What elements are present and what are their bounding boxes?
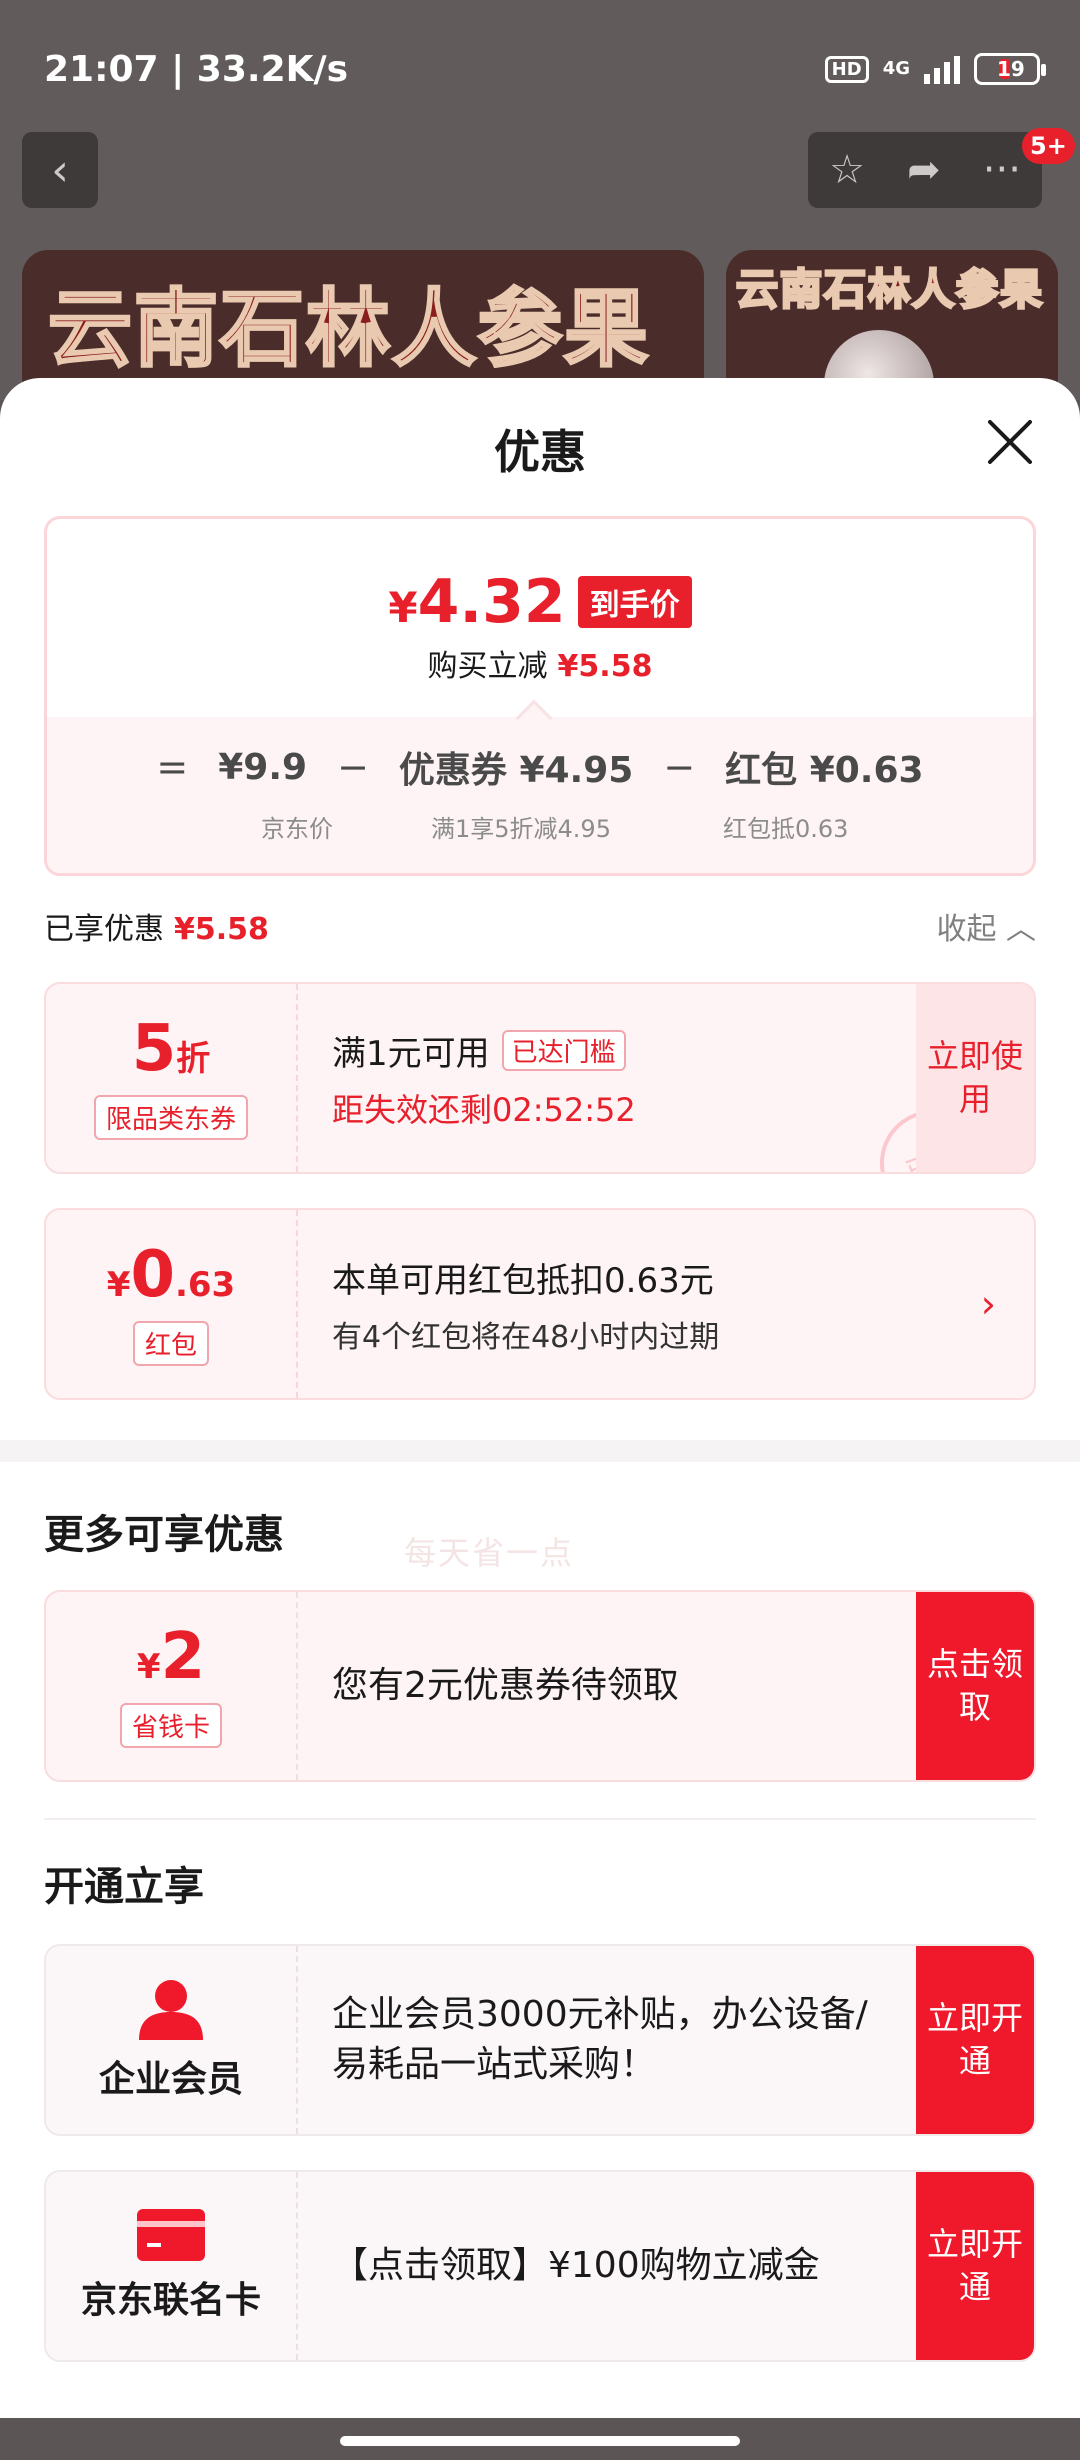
cobrand-card[interactable]: 京东联名卡 【点击领取】¥100购物立减金 立即开通 (44, 2170, 1036, 2362)
collapse-toggle[interactable]: 收起 ︿ (936, 904, 1036, 948)
product-page-background: 21:07 | 33.2K/s HD 4G 19 ‹ ☆ ➦ ··· 5+ 云南… (0, 0, 1080, 400)
more-discounts-title: 更多可享优惠 (44, 1512, 284, 1558)
cobrand-card-label: 京东联名卡 (80, 2280, 261, 2321)
redpacket-card[interactable]: ¥0.63 红包 本单可用红包抵扣0.63元 有4个红包将在48小时内过期 › (44, 1208, 1036, 1400)
open-now-button[interactable]: 立即开通 (916, 1946, 1034, 2134)
savings-card-tag: 省钱卡 (119, 1702, 222, 1748)
coupon-rule-label: 满1享5折减4.95 (431, 815, 611, 843)
savings-card-value: ¥2 (136, 1619, 206, 1694)
equals-sign: = (156, 745, 189, 789)
redpacket-amount: 红包 ¥0.63 (725, 750, 924, 791)
section-divider (0, 1440, 1080, 1462)
enterprise-member-text: 企业会员3000元补贴，办公设备/易耗品一站式采购！ (332, 1993, 868, 2085)
top-actions: ☆ ➦ ··· (808, 132, 1042, 208)
banner-text-side: 云南石林人参果 (735, 264, 1045, 316)
coupon-type-tag: 限品类东券 (93, 1094, 248, 1140)
home-indicator[interactable] (340, 2436, 740, 2446)
person-icon (139, 1980, 203, 2040)
credit-card-icon (137, 2209, 205, 2261)
price-summary-card: ¥4.32 到手价 购买立减 ¥5.58 = ¥9.9 − 优惠券 ¥4.95 −… (44, 516, 1036, 876)
coupon-value: 5折 (131, 1011, 211, 1086)
battery-icon: 19 (974, 53, 1046, 85)
discount-sheet: 优惠 ¥4.32 到手价 购买立减 ¥5.58 = ¥9.9 − 优惠券 ¥4.9… (0, 378, 1080, 2418)
claim-button[interactable]: 点击领取 (916, 1592, 1034, 1780)
notification-badge: 5+ (1022, 128, 1075, 164)
savings-card-coupon[interactable]: ¥2 省钱卡 您有2元优惠券待领取 点击领取 (44, 1590, 1036, 1782)
redpacket-value: ¥0.63 (106, 1237, 236, 1312)
use-now-button[interactable]: 立即使用 (916, 984, 1034, 1172)
redpacket-rule-label: 红包抵0.63 (723, 815, 849, 843)
final-price-tag: 到手价 (577, 576, 692, 628)
chevron-up-icon: ︿ (1006, 912, 1036, 947)
coupon-condition: 满1元可用 (332, 1033, 490, 1074)
share-icon[interactable]: ➦ (907, 147, 941, 193)
enterprise-member-label: 企业会员 (98, 2059, 243, 2100)
open-enjoy-title: 开通立享 (44, 1864, 204, 1910)
minus-sign: − (663, 745, 696, 789)
watermark-text: 每天省一点 (404, 1534, 575, 1572)
minus-sign: − (337, 745, 369, 789)
threshold-reached-badge: 已达门槛 (501, 1029, 626, 1071)
save-label: 购买立减 (427, 649, 548, 684)
network-label: 4G (882, 58, 910, 79)
hd-icon: HD (824, 55, 869, 83)
coupon-countdown: 距失效还剩02:52:52 (332, 1090, 636, 1129)
coupon-amount: 优惠券 ¥4.95 (398, 750, 634, 791)
sheet-title: 优惠 (494, 425, 586, 479)
banner-text: 云南石林人参果 (47, 279, 651, 380)
coupon-card-discount: 5折 限品类东券 满1元可用 已达门槛 距失效还剩02:52:52 已领 立即使… (44, 982, 1036, 1174)
back-button[interactable]: ‹ (22, 132, 98, 208)
price-formula: = ¥9.9 − 优惠券 ¥4.95 − 红包 ¥0.63 京东价 满1享5折减… (47, 717, 1033, 873)
redpacket-deduction: 本单可用红包抵扣0.63元 (332, 1260, 714, 1301)
enjoyed-value: ¥5.58 (174, 912, 269, 947)
jd-price-label: 京东价 (261, 815, 333, 843)
more-dots-icon[interactable]: ··· (983, 147, 1021, 193)
savings-card-text: 您有2元优惠券待领取 (332, 1664, 679, 1706)
jd-price: ¥9.9 (218, 746, 308, 788)
cobrand-card-text: 【点击领取】¥100购物立减金 (332, 2244, 820, 2286)
enterprise-member-card[interactable]: 企业会员 企业会员3000元补贴，办公设备/易耗品一站式采购！ 立即开通 (44, 1944, 1036, 2136)
battery-level: 19 (997, 57, 1025, 81)
open-now-button[interactable]: 立即开通 (916, 2172, 1034, 2360)
chevron-right-icon: › (980, 1282, 996, 1326)
divider (44, 1818, 1036, 1820)
status-time: 21:07 | 33.2K/s (44, 48, 349, 90)
redpacket-expiry: 有4个红包将在48小时内过期 (332, 1319, 720, 1355)
save-value: ¥5.58 (557, 649, 653, 684)
chevron-left-icon: ‹ (51, 144, 69, 196)
close-icon[interactable] (984, 416, 1036, 468)
redpacket-tag: 红包 (132, 1320, 209, 1366)
save-row: 购买立减 ¥5.58 (47, 641, 1033, 685)
star-icon[interactable]: ☆ (829, 147, 865, 193)
status-bar: 21:07 | 33.2K/s HD 4G 19 (44, 44, 1046, 94)
signal-icon (924, 54, 960, 84)
enjoyed-discount: 已享优惠 ¥5.58 (44, 912, 269, 947)
final-price: ¥4.32 (388, 567, 566, 637)
